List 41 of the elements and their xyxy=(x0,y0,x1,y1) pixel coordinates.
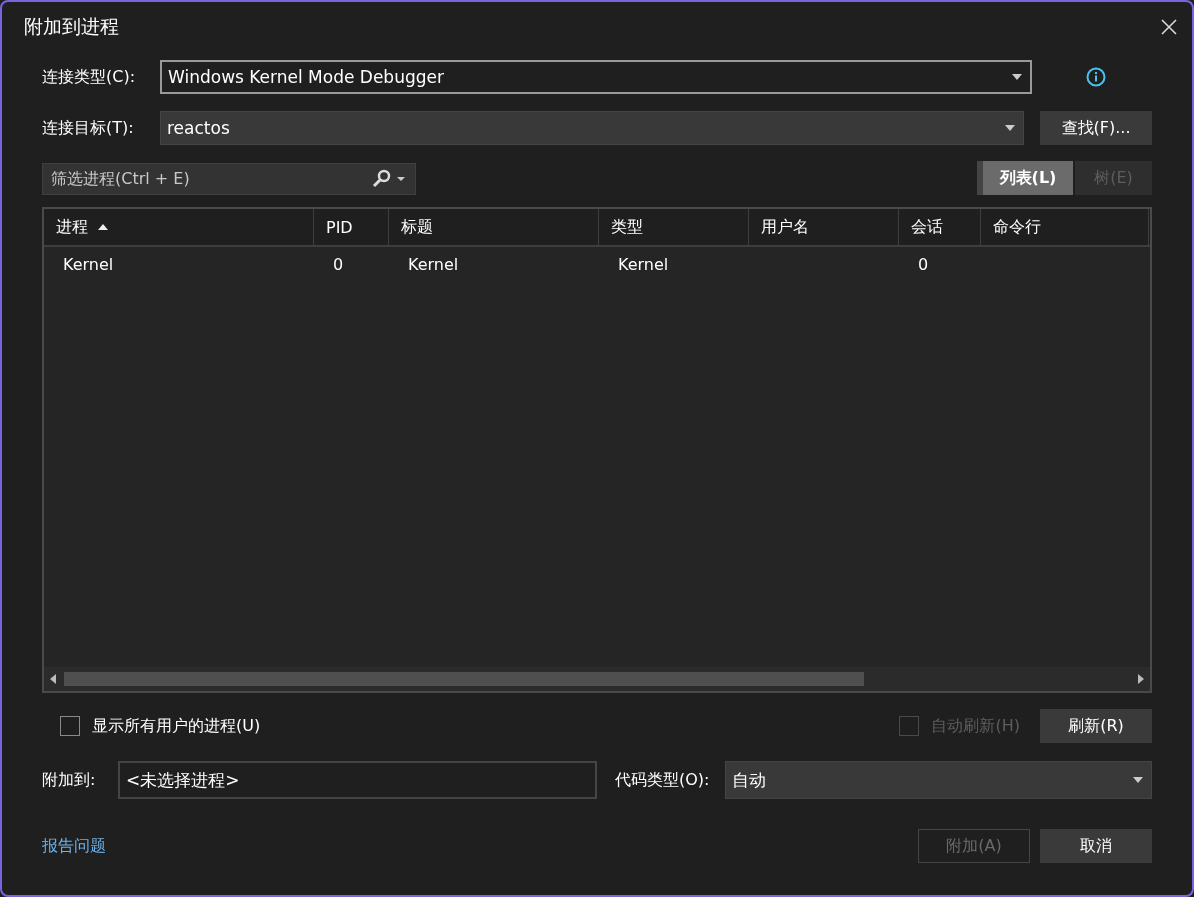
connection-type-dropdown[interactable]: Windows Kernel Mode Debugger xyxy=(160,60,1032,94)
dialog-button[interactable]: 取消 xyxy=(1040,829,1152,863)
table-cell-text: Kernel xyxy=(62,254,115,274)
checkbox-label: 显示所有用户的进程(U) xyxy=(92,715,261,737)
column-header[interactable]: 类型 xyxy=(599,209,749,245)
close-icon xyxy=(1161,19,1177,35)
report-issue-link[interactable]: 报告问题 xyxy=(42,835,106,857)
table-cell-text: 0 xyxy=(917,254,930,274)
scroll-right-icon[interactable] xyxy=(1138,674,1144,684)
table-row[interactable]: Kernel 0 Kernel Kernel 0 xyxy=(44,247,1150,281)
column-header[interactable]: 用户名 xyxy=(749,209,899,245)
table-cell-text: Kernel xyxy=(617,254,670,274)
find-button[interactable]: 查找(F)... xyxy=(1040,111,1152,145)
refresh-button[interactable]: 刷新(R) xyxy=(1040,709,1152,743)
checkbox-label: 自动刷新(H) xyxy=(931,715,1020,737)
column-header[interactable]: 命令行 xyxy=(981,209,1149,245)
column-header[interactable]: PID xyxy=(314,209,389,245)
field-label: 连接类型(C): xyxy=(42,66,137,88)
scrollbar-thumb[interactable] xyxy=(64,672,864,686)
connection-target-dropdown[interactable]: reactos xyxy=(160,111,1024,145)
attach-to-field[interactable]: <未选择进程> xyxy=(118,761,597,799)
field-label: 附加到: xyxy=(42,769,97,791)
scroll-left-icon[interactable] xyxy=(50,674,56,684)
dropdown-arrow-icon xyxy=(1005,125,1015,131)
field-label: 代码类型(O): xyxy=(615,769,710,791)
window-title: 附加到进程 xyxy=(24,14,119,39)
checkbox[interactable] xyxy=(60,716,80,736)
dropdown-arrow-icon xyxy=(1133,777,1143,783)
dropdown-arrow-icon xyxy=(1012,74,1022,80)
table-cell-text: Kernel xyxy=(407,254,460,274)
search-icon xyxy=(371,169,407,189)
column-header[interactable]: 进程 xyxy=(44,209,314,245)
view-tab[interactable]: 列表(L) xyxy=(977,161,1073,195)
horizontal-scrollbar[interactable] xyxy=(44,667,1150,691)
code-type-dropdown[interactable]: 自动 xyxy=(725,761,1152,799)
column-header[interactable]: 会话 xyxy=(899,209,981,245)
info-icon[interactable] xyxy=(1086,67,1106,87)
column-header[interactable]: 标题 xyxy=(389,209,599,245)
filter-field[interactable]: 筛选进程(Ctrl + E) xyxy=(42,163,416,195)
field-label: 连接目标(T): xyxy=(42,117,135,139)
table-cell-text: 0 xyxy=(332,254,345,274)
